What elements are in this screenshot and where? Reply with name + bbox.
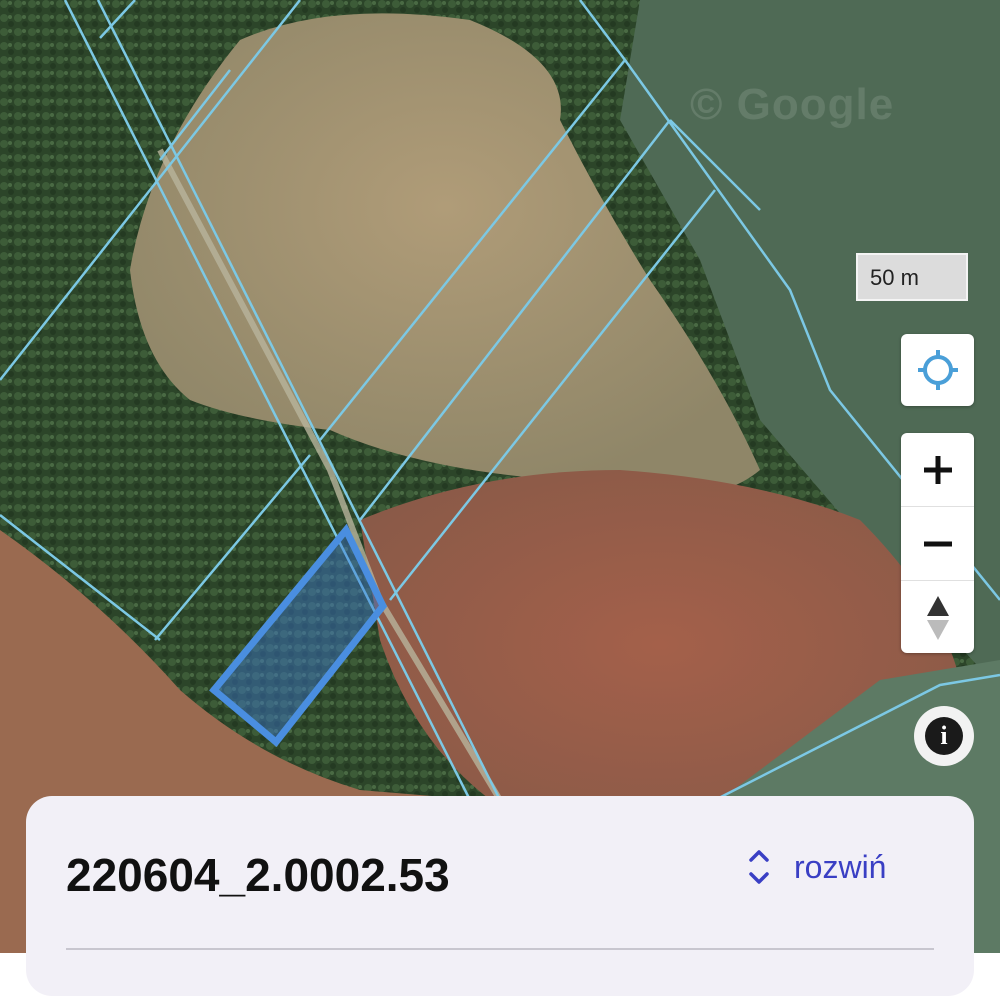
minus-icon (923, 541, 952, 546)
zoom-out-button[interactable] (901, 507, 974, 581)
map-attribution-watermark: © Google (690, 80, 895, 129)
zoom-controls (901, 433, 974, 653)
scale-bar: 50 m (856, 253, 968, 301)
crosshair-locate-icon (917, 350, 958, 390)
compass-north-icon (926, 595, 949, 640)
parcel-id: 220604_2.0002.53 (66, 849, 450, 901)
expand-label: rozwiń (794, 848, 887, 885)
locate-me-button[interactable] (901, 334, 974, 406)
zoom-in-button[interactable] (901, 433, 974, 507)
info-icon: i (925, 717, 963, 755)
panel-divider (66, 948, 934, 950)
parcel-info-panel: 220604_2.0002.53 rozwiń (26, 796, 974, 996)
chevron-up-down-icon (748, 848, 770, 886)
compass-button[interactable] (901, 581, 974, 654)
expand-button[interactable]: rozwiń (748, 848, 886, 886)
info-button[interactable]: i (914, 706, 974, 766)
plus-icon (923, 455, 952, 484)
